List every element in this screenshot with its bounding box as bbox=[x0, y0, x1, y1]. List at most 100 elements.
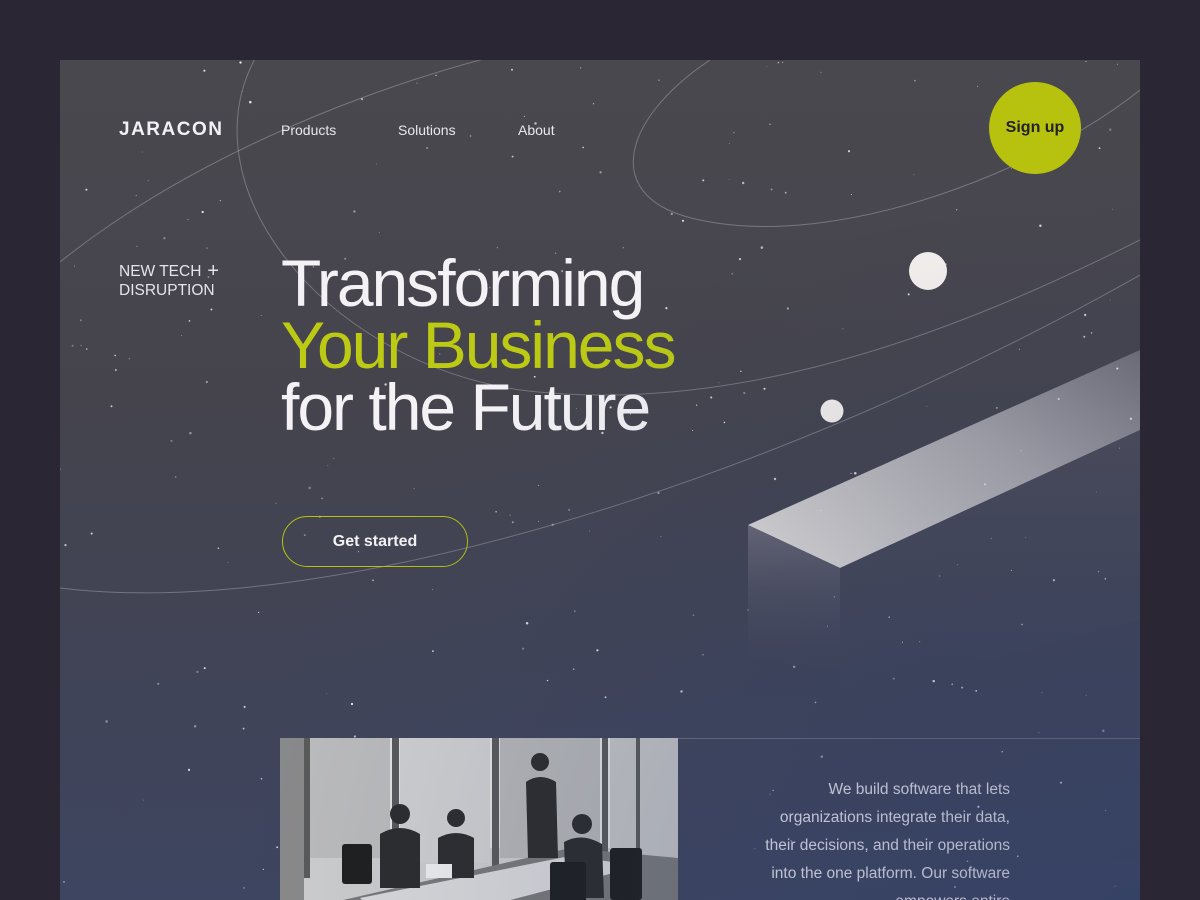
star bbox=[1109, 128, 1112, 131]
star bbox=[728, 143, 730, 144]
star bbox=[786, 307, 790, 310]
star bbox=[219, 199, 222, 202]
star bbox=[1020, 449, 1022, 452]
star bbox=[201, 210, 204, 214]
star bbox=[141, 151, 143, 153]
brand-logo[interactable]: JARACON bbox=[119, 119, 223, 141]
star bbox=[728, 179, 730, 181]
star bbox=[257, 611, 260, 614]
star bbox=[718, 382, 720, 384]
star bbox=[842, 328, 844, 330]
star bbox=[163, 237, 166, 240]
nav-item-products[interactable]: Products bbox=[281, 122, 336, 138]
star bbox=[1114, 885, 1116, 887]
plus-icon: + bbox=[207, 260, 220, 282]
star bbox=[1129, 417, 1133, 421]
star bbox=[110, 405, 113, 408]
star bbox=[914, 79, 916, 82]
star bbox=[205, 380, 209, 384]
star bbox=[760, 246, 764, 249]
hero-line-2: Your Business bbox=[281, 308, 676, 382]
star bbox=[919, 641, 921, 643]
star bbox=[558, 190, 561, 193]
star bbox=[599, 171, 602, 174]
star bbox=[60, 468, 61, 471]
star bbox=[203, 69, 206, 72]
about-paragraph: We build software that lets organization… bbox=[765, 781, 1010, 900]
star bbox=[850, 194, 852, 196]
star bbox=[733, 131, 735, 134]
star bbox=[1097, 571, 1100, 573]
star bbox=[907, 293, 910, 296]
section-divider bbox=[678, 738, 1140, 739]
star bbox=[80, 345, 82, 347]
star bbox=[983, 483, 987, 486]
star bbox=[85, 348, 88, 350]
star bbox=[522, 647, 525, 650]
star bbox=[820, 71, 822, 73]
star bbox=[511, 521, 514, 524]
star bbox=[525, 622, 529, 625]
star bbox=[695, 404, 698, 406]
star bbox=[596, 649, 599, 652]
star bbox=[276, 846, 279, 849]
star bbox=[326, 693, 328, 695]
star bbox=[511, 155, 514, 158]
star bbox=[378, 232, 380, 234]
star bbox=[769, 123, 771, 126]
star bbox=[658, 79, 660, 81]
star bbox=[243, 705, 246, 708]
star bbox=[416, 82, 418, 84]
star bbox=[1052, 579, 1056, 582]
star bbox=[738, 258, 742, 261]
star bbox=[660, 535, 662, 537]
sign-up-button[interactable]: Sign up bbox=[989, 82, 1081, 174]
isometric-beam bbox=[748, 350, 1140, 700]
star bbox=[951, 683, 954, 686]
hero-heading: Transforming Your Business for the Futur… bbox=[281, 246, 676, 440]
hero-line-1: Transforming bbox=[281, 246, 645, 320]
star bbox=[71, 344, 74, 347]
star bbox=[955, 209, 958, 211]
star bbox=[1104, 809, 1107, 812]
star bbox=[792, 665, 796, 669]
star bbox=[275, 502, 277, 504]
star bbox=[147, 180, 149, 182]
star bbox=[710, 396, 713, 399]
star bbox=[321, 497, 324, 500]
star bbox=[1057, 397, 1060, 401]
star bbox=[105, 720, 108, 723]
star bbox=[432, 589, 434, 591]
star bbox=[763, 387, 766, 390]
star bbox=[1116, 367, 1119, 370]
star bbox=[1017, 855, 1019, 858]
star bbox=[260, 777, 263, 780]
star bbox=[538, 521, 540, 523]
star bbox=[888, 616, 891, 619]
star bbox=[1001, 750, 1003, 753]
star bbox=[680, 690, 683, 693]
star bbox=[1041, 692, 1043, 694]
star bbox=[932, 679, 935, 683]
tagline-line-1: NEW TECH bbox=[119, 263, 202, 280]
star bbox=[206, 247, 208, 249]
nav-item-about[interactable]: About bbox=[518, 122, 555, 138]
star bbox=[573, 610, 576, 612]
nav-item-solutions[interactable]: Solutions bbox=[398, 122, 456, 138]
star bbox=[784, 191, 787, 194]
star bbox=[592, 103, 595, 105]
star bbox=[523, 115, 525, 117]
star bbox=[1098, 147, 1101, 149]
star bbox=[604, 696, 607, 699]
tagline: NEW TECH + DISRUPTION bbox=[119, 260, 220, 300]
star bbox=[210, 308, 213, 311]
star bbox=[702, 653, 705, 656]
star bbox=[136, 245, 138, 247]
get-started-button[interactable]: Get started bbox=[282, 516, 468, 567]
star bbox=[509, 514, 511, 516]
star bbox=[435, 74, 437, 77]
star bbox=[1109, 299, 1111, 301]
star bbox=[469, 135, 472, 137]
star bbox=[242, 727, 245, 730]
star bbox=[740, 370, 742, 372]
